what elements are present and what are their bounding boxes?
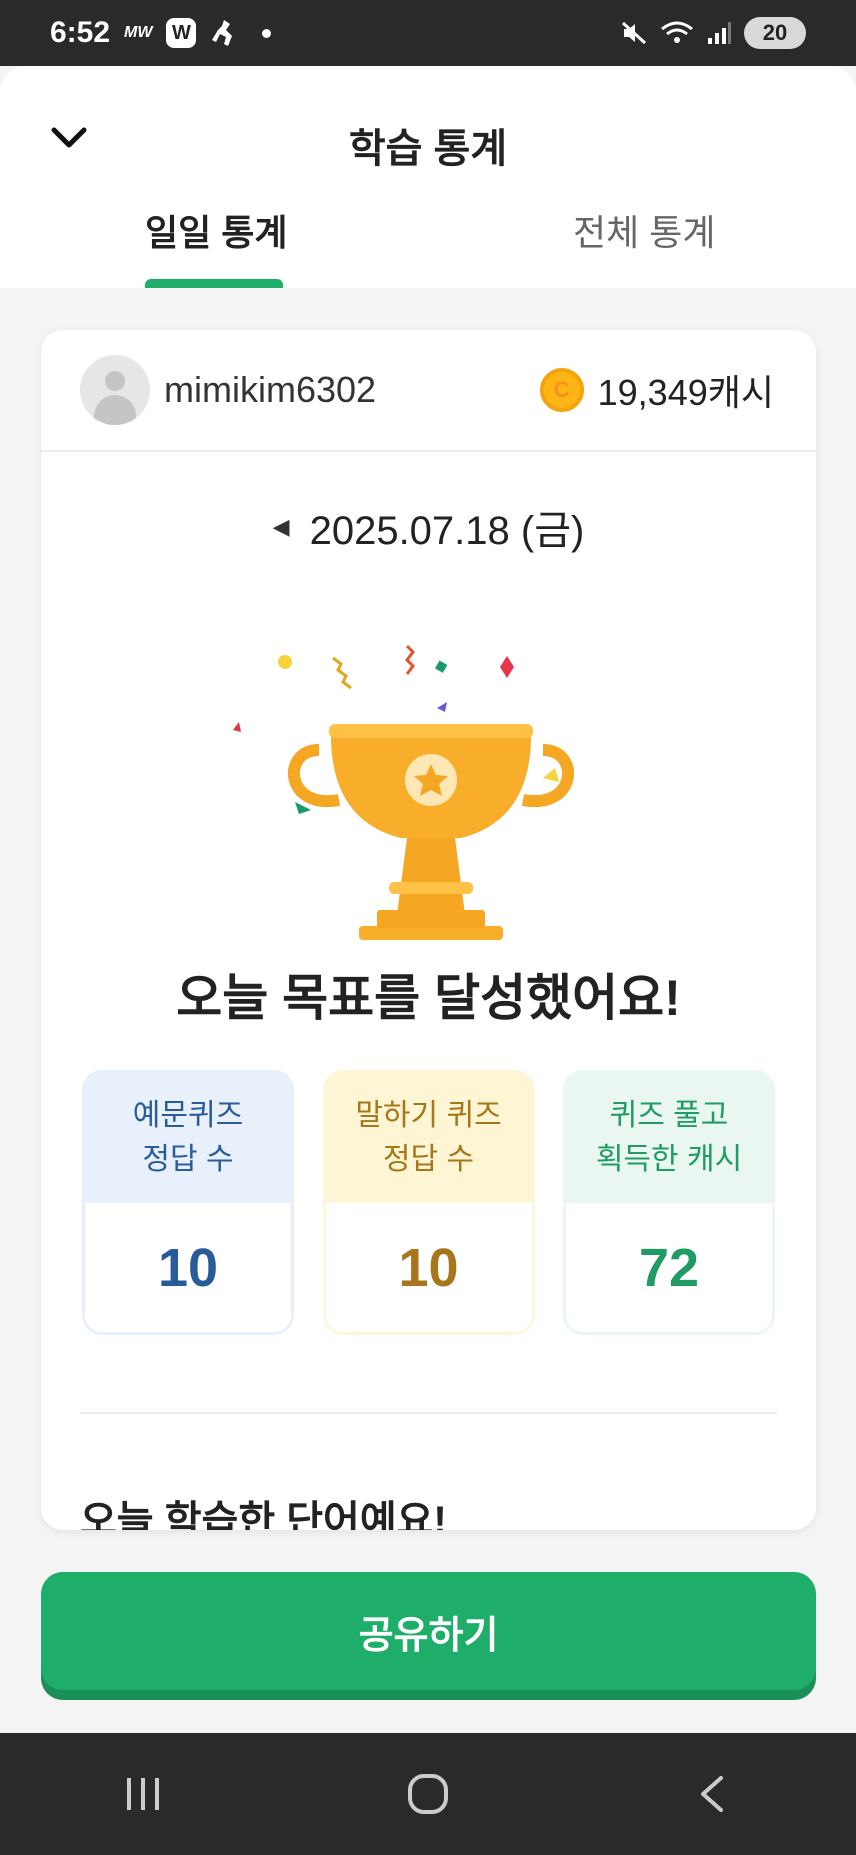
user-info: mimikim6302 xyxy=(80,355,376,425)
stat-label-line1: 예문퀴즈 xyxy=(132,1099,244,1132)
tab-total-stats[interactable]: 전체 통계 xyxy=(573,204,715,256)
stat-label-line1: 퀴즈 풀고 xyxy=(609,1099,729,1132)
recent-apps-icon[interactable] xyxy=(108,1759,178,1829)
stats-grid: 예문퀴즈 정답 수 10 말하기 퀴즈 정답 수 10 퀴즈 풀고 획득한 캐시… xyxy=(82,1070,775,1335)
cash-balance: C 19,349캐시 xyxy=(539,364,774,416)
notification-dot-icon xyxy=(262,28,272,38)
stats-card: mimikim6302 C 19,349캐시 ◀ 2025.07.18 (금) xyxy=(41,330,816,1530)
status-bar: 6:52 MW W 20 xyxy=(0,0,856,66)
stat-sentence-quiz: 예문퀴즈 정답 수 10 xyxy=(82,1070,294,1335)
page-title: 학습 통계 xyxy=(348,127,508,171)
share-button[interactable]: 공유하기 xyxy=(41,1572,816,1690)
signal-icon xyxy=(708,22,731,44)
header: 학습 통계 일일 통계 전체 통계 xyxy=(0,66,856,288)
mw-icon: MW xyxy=(124,24,153,41)
runner-icon xyxy=(212,20,233,46)
tab-indicator xyxy=(145,279,283,288)
navigation-bar xyxy=(0,1733,856,1855)
coin-icon: C xyxy=(539,368,584,412)
stat-label-line2: 정답 수 xyxy=(382,1143,475,1176)
trophy-icon xyxy=(233,644,574,940)
stat-value: 72 xyxy=(566,1203,772,1332)
battery-icon: 20 xyxy=(744,17,806,49)
stat-value: 10 xyxy=(325,1203,532,1332)
stat-earned-cash: 퀴즈 풀고 획득한 캐시 72 xyxy=(563,1070,775,1335)
stat-value: 10 xyxy=(85,1203,291,1332)
tab-daily-stats[interactable]: 일일 통계 xyxy=(145,204,287,256)
back-icon[interactable] xyxy=(678,1759,748,1829)
wifi-icon xyxy=(661,21,693,43)
stat-speaking-quiz: 말하기 퀴즈 정답 수 10 xyxy=(322,1070,535,1335)
divider xyxy=(80,1412,777,1414)
goal-achieved-heading: 오늘 목표를 달성했어요! xyxy=(176,970,681,1026)
username: mimikim6302 xyxy=(164,369,377,410)
learned-words-heading: 오늘 학습한 단어예요! xyxy=(80,1499,447,1530)
stat-label-line2: 정답 수 xyxy=(142,1143,234,1176)
mute-icon xyxy=(621,21,647,45)
previous-date-icon[interactable]: ◀ xyxy=(273,514,290,540)
card-header: mimikim6302 C 19,349캐시 xyxy=(41,330,816,452)
stat-label-line2: 획득한 캐시 xyxy=(595,1143,743,1176)
date-selector: ◀ 2025.07.18 (금) xyxy=(41,498,816,556)
w-app-icon: W xyxy=(166,18,197,48)
status-time: 6:52 xyxy=(50,16,111,49)
home-icon[interactable] xyxy=(393,1759,463,1829)
date-label: 2025.07.18 (금) xyxy=(309,509,585,553)
cash-amount: 19,349캐시 xyxy=(597,372,774,413)
avatar xyxy=(80,355,150,425)
battery-level: 20 xyxy=(762,20,788,45)
stat-label-line1: 말하기 퀴즈 xyxy=(355,1099,502,1132)
